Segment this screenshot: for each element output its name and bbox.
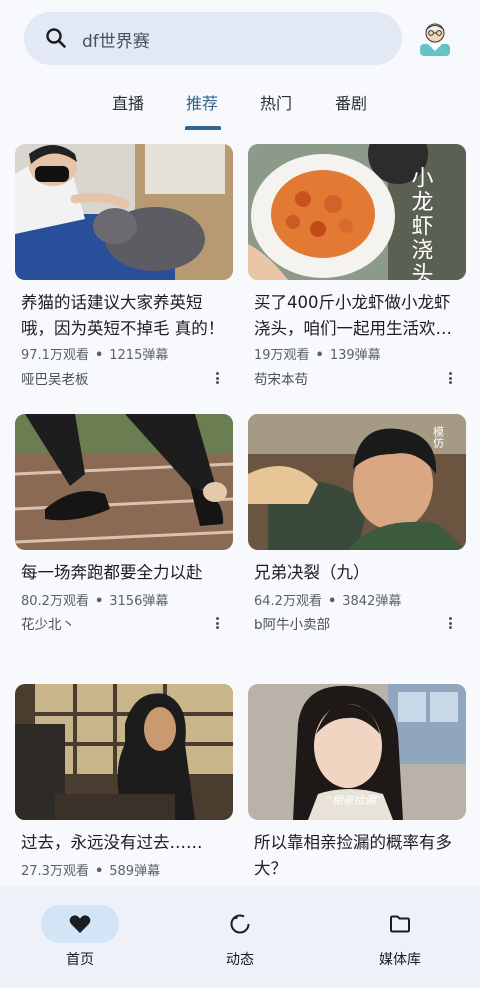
tab-recommended[interactable]: 推荐 — [186, 90, 218, 114]
video-card[interactable]: 模仿 兄弟决裂（九） 64.2万观看 • 3842弹幕 b阿牛小卖部 — [248, 414, 466, 634]
more-options-icon[interactable] — [209, 615, 225, 631]
video-stats: 97.1万观看 • 1215弹幕 — [21, 348, 169, 363]
thumbnail-caption: 小龙虾浇头 — [408, 166, 434, 280]
video-title[interactable]: 兄弟决裂（九） — [254, 560, 460, 586]
thumbnail-caption: “相亲捡漏” — [326, 794, 381, 807]
video-thumbnail[interactable] — [15, 414, 233, 550]
uploader-name[interactable]: 花少北丶 — [21, 613, 75, 633]
video-stats: 80.2万观看 • 3156弹幕 — [21, 594, 169, 609]
view-count: 64.2万观看 — [254, 594, 322, 609]
uploader-name[interactable]: b阿牛小卖部 — [254, 613, 330, 633]
view-count: 19万观看 — [254, 348, 310, 363]
search-input[interactable]: df世界赛 — [82, 27, 150, 52]
more-options-icon[interactable] — [442, 370, 458, 386]
video-card[interactable]: 每一场奔跑都要全力以赴 80.2万观看 • 3156弹幕 花少北丶 — [15, 414, 233, 634]
view-count: 80.2万观看 — [21, 594, 89, 609]
nav-activity[interactable]: 动态 — [160, 886, 320, 988]
video-thumbnail[interactable] — [15, 144, 233, 280]
video-title[interactable]: 每一场奔跑都要全力以赴 — [21, 560, 227, 586]
tab-anime[interactable]: 番剧 — [335, 90, 367, 114]
nav-home[interactable]: 首页 — [0, 886, 160, 988]
folder-icon — [390, 915, 410, 933]
video-thumbnail[interactable]: “相亲捡漏” — [248, 684, 466, 820]
video-card[interactable]: 养猫的话建议大家养英短哦，因为英短不掉毛 真的！ 97.1万观看 • 1215弹幕 … — [15, 144, 233, 394]
more-options-icon[interactable] — [442, 615, 458, 631]
danmaku-count: 3842弹幕 — [342, 594, 402, 609]
danmaku-count: 589弹幕 — [109, 864, 161, 879]
thumbnail-caption: 模仿 — [432, 426, 445, 449]
danmaku-count: 1215弹幕 — [109, 348, 169, 363]
video-title[interactable]: 过去，永远没有过去…… — [21, 830, 227, 856]
uploader-name[interactable]: 苟宋本苟 — [254, 368, 308, 388]
activity-circle-icon — [230, 914, 250, 934]
video-card[interactable]: 小龙虾浇头 买了400斤小龙虾做小龙虾浇头，咱们一起用生活欢迎夏天 19万观看•… — [248, 144, 466, 394]
nav-label: 媒体库 — [379, 952, 421, 968]
uploader-name[interactable]: 哑巴吴老板 — [21, 368, 89, 388]
video-title[interactable]: 养猫的话建议大家养英短哦，因为英短不掉毛 真的！ — [21, 290, 227, 342]
video-thumbnail[interactable]: 模仿 — [248, 414, 466, 550]
danmaku-count: 3156弹幕 — [109, 594, 169, 609]
video-title[interactable]: 买了400斤小龙虾做小龙虾浇头，咱们一起用生活欢迎夏天 — [254, 290, 460, 342]
video-card[interactable]: 过去，永远没有过去…… 27.3万观看 • 589弹幕 — [15, 684, 233, 884]
video-card[interactable]: “相亲捡漏” 所以靠相亲捡漏的概率有多大？ — [248, 684, 466, 884]
nav-library[interactable]: 媒体库 — [320, 886, 480, 988]
search-bar[interactable]: df世界赛 — [24, 12, 402, 65]
search-icon — [46, 28, 66, 48]
danmaku-count: 139弹幕 — [329, 348, 381, 363]
video-stats: 64.2万观看 • 3842弹幕 — [254, 594, 402, 609]
nav-label: 动态 — [226, 952, 254, 968]
more-options-icon[interactable] — [209, 370, 225, 386]
video-thumbnail[interactable] — [15, 684, 233, 820]
user-avatar-icon[interactable] — [416, 18, 454, 56]
view-count: 27.3万观看 — [21, 864, 89, 879]
video-stats: 27.3万观看 • 589弹幕 — [21, 864, 161, 879]
active-tab-indicator — [185, 126, 221, 130]
video-stats: 19万观看 • 139弹幕 — [254, 348, 381, 363]
view-count: 97.1万观看 — [21, 348, 89, 363]
video-thumbnail[interactable]: 小龙虾浇头 — [248, 144, 466, 280]
nav-label: 首页 — [66, 952, 94, 968]
tab-live[interactable]: 直播 — [112, 90, 144, 114]
category-tabs: 直播 推荐 热门 番剧 — [0, 90, 480, 130]
heart-icon — [69, 915, 91, 933]
video-title[interactable]: 所以靠相亲捡漏的概率有多大？ — [254, 830, 460, 882]
tab-trending[interactable]: 热门 — [260, 90, 292, 114]
bottom-navigation: 首页 动态 媒体库 — [0, 886, 480, 988]
